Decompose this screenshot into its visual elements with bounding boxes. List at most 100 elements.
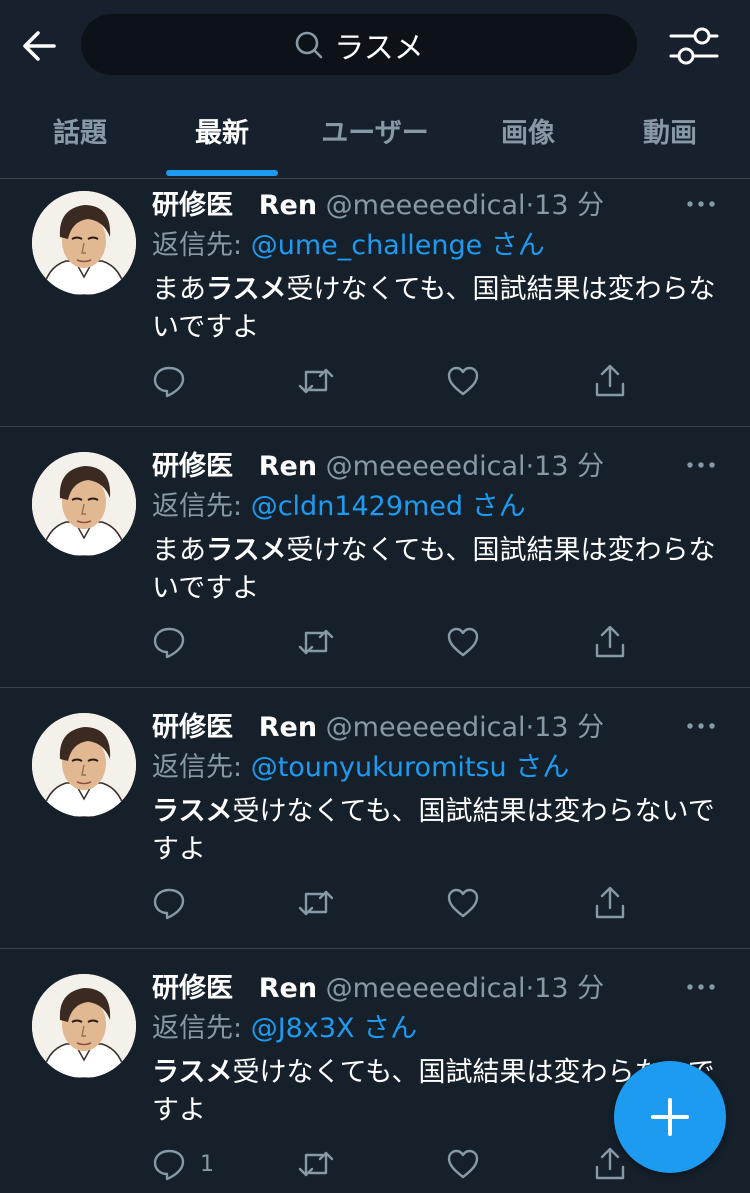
- reply-to-line: 返信先: @J8x3X さん: [152, 1010, 417, 1048]
- tweet-header: 研修医 Ren @meeeeedical·13 分: [152, 448, 604, 486]
- display-name[interactable]: 研修医: [152, 451, 233, 482]
- retweet-button[interactable]: [298, 622, 334, 662]
- more-button[interactable]: [686, 450, 716, 480]
- retweet-icon: [298, 1151, 334, 1177]
- reply-icon: [153, 1149, 185, 1181]
- retweet-button[interactable]: [298, 1144, 334, 1184]
- more-button[interactable]: [686, 189, 716, 219]
- reply-to-line: 返信先: @ume_challenge さん: [152, 227, 545, 265]
- heart-icon: [447, 627, 479, 657]
- tweet[interactable]: 研修医 Ren @meeeeedical·13 分 返信先: @cldn1429…: [0, 440, 750, 688]
- user-handle[interactable]: @meeeeedical: [326, 451, 526, 482]
- retweet-icon: [298, 629, 334, 655]
- share-button[interactable]: [594, 883, 626, 923]
- retweet-icon: [298, 368, 334, 394]
- reply-to-handle[interactable]: @cldn1429med: [251, 491, 463, 522]
- tweet-text-post: 受けなくても、国試結果は変わらないですよ: [152, 796, 715, 865]
- user-handle[interactable]: @meeeeedical: [326, 190, 526, 221]
- separator-dot: ·: [525, 973, 535, 1004]
- display-name[interactable]: 研修医: [152, 973, 233, 1004]
- separator-dot: ·: [525, 712, 535, 743]
- avatar[interactable]: [32, 191, 136, 295]
- reply-to-handle[interactable]: @tounyukuromitsu: [251, 752, 507, 783]
- tab-images[interactable]: 画像: [458, 100, 598, 176]
- display-name-en[interactable]: Ren: [259, 451, 317, 482]
- heart-icon: [447, 366, 479, 396]
- arrow-left-icon: [23, 31, 56, 61]
- reply-button[interactable]: [152, 361, 200, 401]
- display-name[interactable]: 研修医: [152, 712, 233, 743]
- tab-videos[interactable]: 動画: [600, 100, 740, 176]
- tweet-actions: [152, 883, 625, 923]
- tweet-time: 13 分: [534, 190, 605, 221]
- tweet-text-highlight: ラスメ: [206, 274, 287, 305]
- avatar[interactable]: [32, 452, 136, 556]
- reply-button[interactable]: 1: [152, 1144, 214, 1184]
- reply-count: 1: [200, 1151, 214, 1177]
- reply-suffix: さん: [515, 752, 570, 783]
- search-filter-button[interactable]: [668, 24, 720, 68]
- more-icon: [687, 723, 715, 729]
- tab-latest[interactable]: 最新: [152, 100, 292, 176]
- like-button[interactable]: [446, 1144, 480, 1184]
- reply-button[interactable]: [152, 883, 200, 923]
- tweet-actions: 1: [152, 1144, 625, 1184]
- share-icon: [595, 625, 625, 658]
- tweet-header: 研修医 Ren @meeeeedical·13 分: [152, 187, 604, 225]
- reply-icon: [153, 366, 185, 398]
- share-icon: [595, 886, 625, 919]
- share-button[interactable]: [594, 622, 626, 662]
- like-button[interactable]: [446, 883, 480, 923]
- search-icon: [295, 31, 323, 58]
- avatar[interactable]: [32, 713, 136, 817]
- more-button[interactable]: [686, 972, 716, 1002]
- reply-icon: [153, 888, 185, 920]
- tweet[interactable]: 研修医 Ren @meeeeedical·13 分 返信先: @tounyuku…: [0, 701, 750, 949]
- display-name[interactable]: 研修医: [152, 190, 233, 221]
- reply-prefix: 返信先:: [152, 491, 243, 522]
- compose-tweet-button[interactable]: [614, 1061, 726, 1173]
- share-icon: [595, 364, 625, 397]
- more-button[interactable]: [686, 711, 716, 741]
- tweet-actions: [152, 361, 625, 401]
- reply-prefix: 返信先:: [152, 230, 243, 261]
- user-handle[interactable]: @meeeeedical: [326, 712, 526, 743]
- tweet-text-pre: まあ: [152, 535, 206, 566]
- separator-dot: ·: [525, 451, 535, 482]
- avatar-illustration: [32, 974, 136, 1078]
- reply-to-handle[interactable]: @J8x3X: [251, 1013, 355, 1044]
- more-icon: [687, 462, 715, 468]
- reply-to-line: 返信先: @tounyukuromitsu さん: [152, 749, 569, 787]
- reply-to-handle[interactable]: @ume_challenge: [251, 230, 483, 261]
- avatar[interactable]: [32, 974, 136, 1078]
- reply-prefix: 返信先:: [152, 1013, 243, 1044]
- user-handle[interactable]: @meeeeedical: [326, 973, 526, 1004]
- reply-suffix: さん: [471, 491, 526, 522]
- tweet-text: まあラスメ受けなくても、国試結果は変わらないですよ: [152, 271, 722, 347]
- retweet-button[interactable]: [298, 361, 334, 401]
- tweet[interactable]: 研修医 Ren @meeeeedical·13 分 返信先: @ume_chal…: [0, 179, 750, 427]
- more-icon: [687, 201, 715, 207]
- share-button[interactable]: [594, 361, 626, 401]
- like-button[interactable]: [446, 622, 480, 662]
- avatar-illustration: [32, 452, 136, 556]
- retweet-button[interactable]: [298, 883, 334, 923]
- more-icon: [687, 984, 715, 990]
- display-name-en[interactable]: Ren: [259, 973, 317, 1004]
- display-name-en[interactable]: Ren: [259, 712, 317, 743]
- like-button[interactable]: [446, 361, 480, 401]
- search-bar[interactable]: ラスメ: [81, 14, 637, 75]
- search-query[interactable]: ラスメ: [334, 23, 423, 67]
- tab-users[interactable]: ユーザー: [296, 100, 454, 176]
- share-button[interactable]: [594, 1144, 626, 1184]
- reply-to-line: 返信先: @cldn1429med さん: [152, 488, 526, 526]
- back-button[interactable]: [20, 26, 60, 66]
- display-name-en[interactable]: Ren: [259, 190, 317, 221]
- avatar-illustration: [32, 191, 136, 295]
- top-header: ラスメ 話題 最新 ユーザー 画像 動画: [0, 0, 750, 179]
- tab-trending[interactable]: 話題: [10, 100, 150, 176]
- reply-button[interactable]: [152, 622, 200, 662]
- tweet-time: 13 分: [534, 973, 605, 1004]
- heart-icon: [447, 1149, 479, 1179]
- share-icon: [595, 1147, 625, 1180]
